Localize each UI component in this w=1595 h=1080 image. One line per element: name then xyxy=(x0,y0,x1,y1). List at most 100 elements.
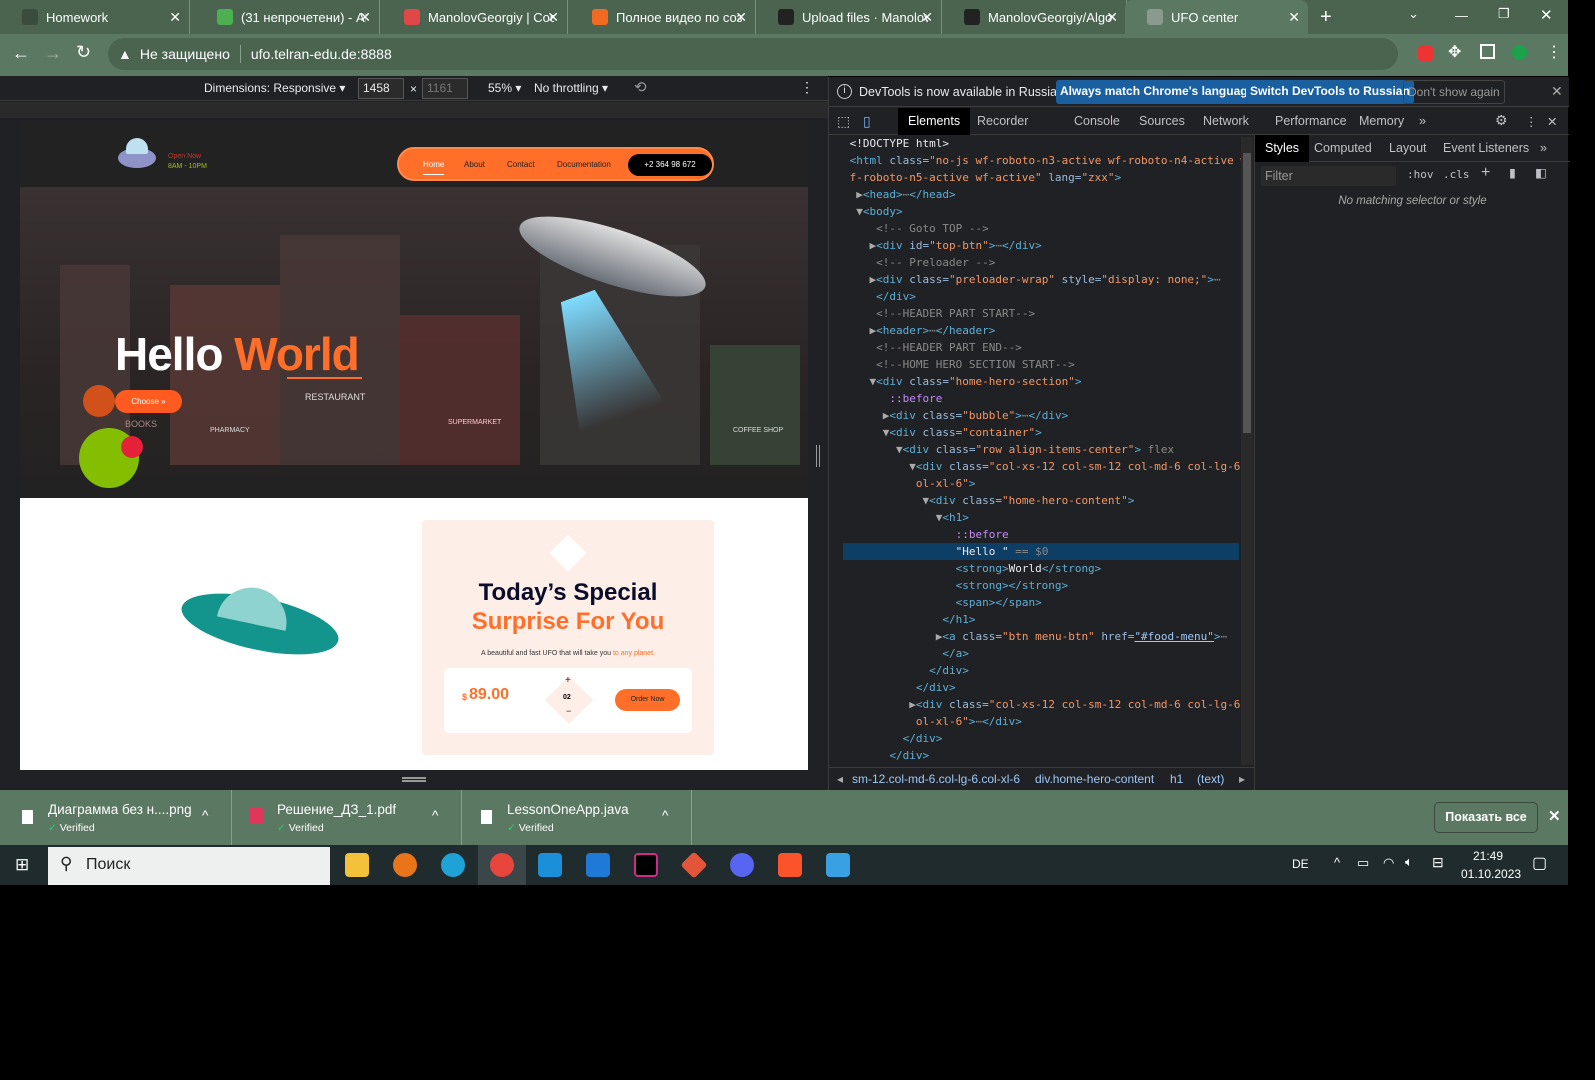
windows-start-icon[interactable]: ⊞ xyxy=(15,855,29,875)
dom-scrollbar[interactable] xyxy=(1241,137,1253,765)
dont-show-again-button[interactable]: Don't show again xyxy=(1403,80,1505,104)
expand-arrow-icon[interactable]: ▼ xyxy=(843,443,903,456)
hov-toggle[interactable]: :hov xyxy=(1407,168,1434,181)
dom-node-line[interactable]: </div> xyxy=(843,288,1239,305)
side-resize-handle[interactable] xyxy=(816,445,820,467)
store-icon[interactable] xyxy=(538,853,562,877)
volume-icon[interactable]: 🔈︎ xyxy=(1405,854,1413,870)
tab-sources[interactable]: Sources xyxy=(1139,114,1185,128)
zoom-select[interactable]: 55% ▾ xyxy=(488,81,521,95)
dom-node-line[interactable]: ▶<a class="btn menu-btn" href="#food-men… xyxy=(843,628,1239,645)
tab-styles[interactable]: Styles xyxy=(1255,135,1310,162)
download-bar-close-icon[interactable]: ✕ xyxy=(1548,807,1561,825)
expand-arrow-icon[interactable]: ▼ xyxy=(843,205,863,218)
power-icon[interactable]: ▭ xyxy=(1357,855,1369,871)
extension-icon[interactable] xyxy=(1418,46,1433,61)
nav-about[interactable]: About xyxy=(464,160,485,169)
reload-icon[interactable]: ↻ xyxy=(76,42,91,63)
expand-arrow-icon[interactable]: ▶ xyxy=(843,324,876,337)
fl-studio-icon[interactable] xyxy=(393,853,417,877)
breadcrumb-item[interactable]: h1 xyxy=(1170,772,1183,786)
dom-node-line[interactable]: <!-- Goto TOP --> xyxy=(843,220,1239,237)
dom-node-line[interactable]: <html class="no-js wf-roboto-n3-active w… xyxy=(843,152,1247,169)
dimensions-select[interactable]: Dimensions: Responsive ▾ xyxy=(204,81,345,95)
dom-node-line[interactable]: ▼<div class="row align-items-center"> fl… xyxy=(843,441,1239,458)
choose-button[interactable]: Choose » xyxy=(115,390,182,413)
dom-node-line[interactable]: <!--HEADER PART END--> xyxy=(843,339,1239,356)
toggle-sidebar-icon[interactable]: ◧ xyxy=(1535,165,1547,180)
back-icon[interactable]: ← xyxy=(12,43,30,64)
dom-node-line[interactable]: <!-- Preloader --> xyxy=(843,254,1239,271)
devtools-close-icon[interactable]: ✕ xyxy=(1547,114,1557,129)
more-styles-tabs-icon[interactable]: » xyxy=(1540,141,1547,155)
file-explorer-icon[interactable] xyxy=(345,853,369,877)
dom-node-line[interactable]: ▼<h1> xyxy=(843,509,1239,526)
tab-layout[interactable]: Layout xyxy=(1389,141,1427,155)
breadcrumb-right-icon[interactable]: ▸ xyxy=(1239,772,1245,786)
chrome-icon[interactable] xyxy=(490,853,514,877)
dom-node-line[interactable]: <strong>World</strong> xyxy=(843,560,1239,577)
expand-arrow-icon[interactable]: ▶ xyxy=(843,188,863,201)
dom-node-line[interactable]: <!DOCTYPE html> xyxy=(843,135,1239,152)
dom-node-line[interactable]: ▼<div class="col-xs-12 col-sm-12 col-md-… xyxy=(843,458,1253,475)
styles-filter-input[interactable]: Filter xyxy=(1261,166,1396,186)
restore-button[interactable]: ❐ xyxy=(1498,6,1510,22)
dom-node-line[interactable]: </a> xyxy=(843,645,1239,662)
dom-node-line[interactable]: </div> xyxy=(843,679,1239,696)
dom-node-line[interactable]: <!--HEADER PART START--> xyxy=(843,305,1239,322)
expand-arrow-icon[interactable]: ▶ xyxy=(843,630,943,643)
dom-node-line[interactable]: ▶<head>⋯</head> xyxy=(843,186,1239,203)
browser-tab[interactable]: Полное видео по созд ✕ xyxy=(570,0,756,34)
dom-node-line[interactable]: <span></span> xyxy=(843,594,1239,611)
dom-node-line[interactable]: ol-xl-6"> xyxy=(843,475,1239,492)
expand-arrow-icon[interactable]: ▶ xyxy=(843,239,876,252)
expand-arrow-icon[interactable]: ▼ xyxy=(843,494,929,507)
tab-close-icon[interactable]: ✕ xyxy=(1106,9,1118,26)
chevron-up-icon[interactable]: ^ xyxy=(202,808,208,823)
paint-icon[interactable]: ▮ xyxy=(1509,165,1516,180)
photos-icon[interactable] xyxy=(826,853,850,877)
dom-node-line[interactable]: ▶<div id="top-btn">⋯</div> xyxy=(843,237,1239,254)
dom-node-line[interactable]: </div> xyxy=(843,662,1239,679)
tab-event-listeners[interactable]: Event Listeners xyxy=(1443,141,1529,155)
breadcrumb-item[interactable]: (text) xyxy=(1197,772,1224,786)
dom-node-line[interactable]: </h1> xyxy=(843,611,1239,628)
browser-tab[interactable]: Homework ✕ xyxy=(0,0,190,34)
order-now-button[interactable]: Order Now xyxy=(615,689,680,711)
tab-close-icon[interactable]: ✕ xyxy=(547,9,559,26)
tab-recorder[interactable]: Recorder xyxy=(977,114,1028,128)
more-tabs-icon[interactable]: » xyxy=(1419,114,1426,128)
dom-node-line[interactable]: ▶<header>⋯</header> xyxy=(843,322,1239,339)
dom-node-line[interactable]: <strong></strong> xyxy=(843,577,1239,594)
always-match-language-button[interactable]: Always match Chrome's language xyxy=(1056,80,1259,104)
vscode-icon[interactable] xyxy=(586,853,610,877)
taskbar-search[interactable]: ⚲ Поиск xyxy=(48,847,330,885)
width-input[interactable]: 1458 xyxy=(358,78,404,99)
dom-node-line[interactable]: ▶<div class="preloader-wrap" style="disp… xyxy=(843,271,1239,288)
qty-minus-button[interactable]: − xyxy=(566,706,571,716)
brave-icon[interactable] xyxy=(778,853,802,877)
settings-gear-icon[interactable]: ⚙ xyxy=(1495,112,1508,129)
dom-node-line[interactable]: ▶<div class="col-xs-12 col-sm-12 col-md-… xyxy=(843,696,1253,713)
address-bar[interactable]: ▲ Не защищено ufo.telran-edu.de:8888 xyxy=(108,38,1398,70)
dom-node-line[interactable]: </div> xyxy=(843,747,1239,764)
dom-node-line[interactable]: ::before xyxy=(843,390,1239,407)
security-label[interactable]: Не защищено xyxy=(140,46,230,62)
edge-icon[interactable] xyxy=(441,853,465,877)
throttling-select[interactable]: No throttling ▾ xyxy=(534,81,608,95)
dom-node-line[interactable]: "Hello " == $0 xyxy=(843,543,1239,560)
expand-arrow-icon[interactable]: ▶ xyxy=(843,273,876,286)
profile-icon[interactable] xyxy=(1512,45,1527,60)
discord-icon[interactable] xyxy=(730,853,754,877)
forward-icon[interactable]: → xyxy=(44,43,62,64)
clock-time[interactable]: 21:49 xyxy=(1473,849,1503,863)
breadcrumb-left-icon[interactable]: ◂ xyxy=(837,772,843,786)
tab-search-button[interactable]: ⌄ xyxy=(1408,6,1419,22)
resize-handle[interactable] xyxy=(402,777,426,782)
nav-documentation[interactable]: Documentation xyxy=(557,160,611,169)
side-panel-icon[interactable] xyxy=(1480,44,1495,59)
browser-tab[interactable]: (31 непрочетени) - АБ ✕ xyxy=(195,0,380,34)
tab-close-icon[interactable]: ✕ xyxy=(359,9,371,26)
chevron-up-icon[interactable]: ^ xyxy=(432,808,438,823)
switch-to-russian-button[interactable]: Switch DevTools to Russian xyxy=(1246,80,1414,104)
